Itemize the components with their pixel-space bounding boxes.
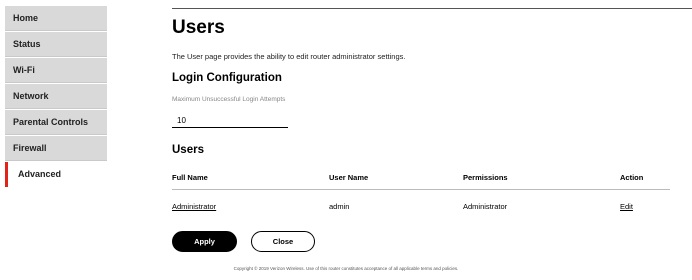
table-row: Administrator admin Administrator Edit	[172, 198, 670, 218]
users-heading: Users	[172, 144, 204, 156]
edit-link[interactable]: Edit	[620, 202, 633, 211]
login-config-heading: Login Configuration	[172, 72, 282, 84]
column-header-permissions: Permissions	[463, 173, 508, 182]
close-button[interactable]: Close	[251, 231, 315, 252]
sidebar-item-wifi[interactable]: Wi-Fi	[5, 58, 107, 83]
page-title: Users	[172, 17, 225, 38]
page-description: The User page provides the ability to ed…	[172, 52, 406, 61]
full-name-link[interactable]: Administrator	[172, 202, 216, 211]
top-divider	[172, 8, 692, 9]
footer-copyright: Copyright © 2019 Verizon Wireless. Use o…	[233, 266, 459, 271]
column-header-user-name: User Name	[329, 173, 369, 182]
sidebar-item-parental-controls[interactable]: Parental Controls	[5, 110, 107, 135]
sidebar-item-status[interactable]: Status	[5, 32, 107, 57]
users-table: Full Name User Name Permissions Action A…	[172, 171, 670, 218]
sidebar-item-network[interactable]: Network	[5, 84, 107, 109]
user-name-cell: admin	[329, 202, 350, 211]
sidebar-item-firewall[interactable]: Firewall	[5, 136, 107, 161]
apply-button[interactable]: Apply	[172, 231, 237, 252]
sidebar-nav: Home Status Wi-Fi Network Parental Contr…	[5, 6, 107, 188]
column-header-full-name: Full Name	[172, 173, 208, 182]
max-login-attempts-label: Maximum Unsuccessful Login Attempts	[172, 96, 286, 103]
permissions-cell: Administrator	[463, 202, 508, 211]
max-login-attempts-input[interactable]	[172, 114, 288, 128]
sidebar-item-advanced[interactable]: Advanced	[5, 162, 107, 187]
column-header-action: Action	[620, 173, 644, 182]
table-header-row: Full Name User Name Permissions Action	[172, 171, 670, 190]
sidebar-item-home[interactable]: Home	[5, 6, 107, 31]
